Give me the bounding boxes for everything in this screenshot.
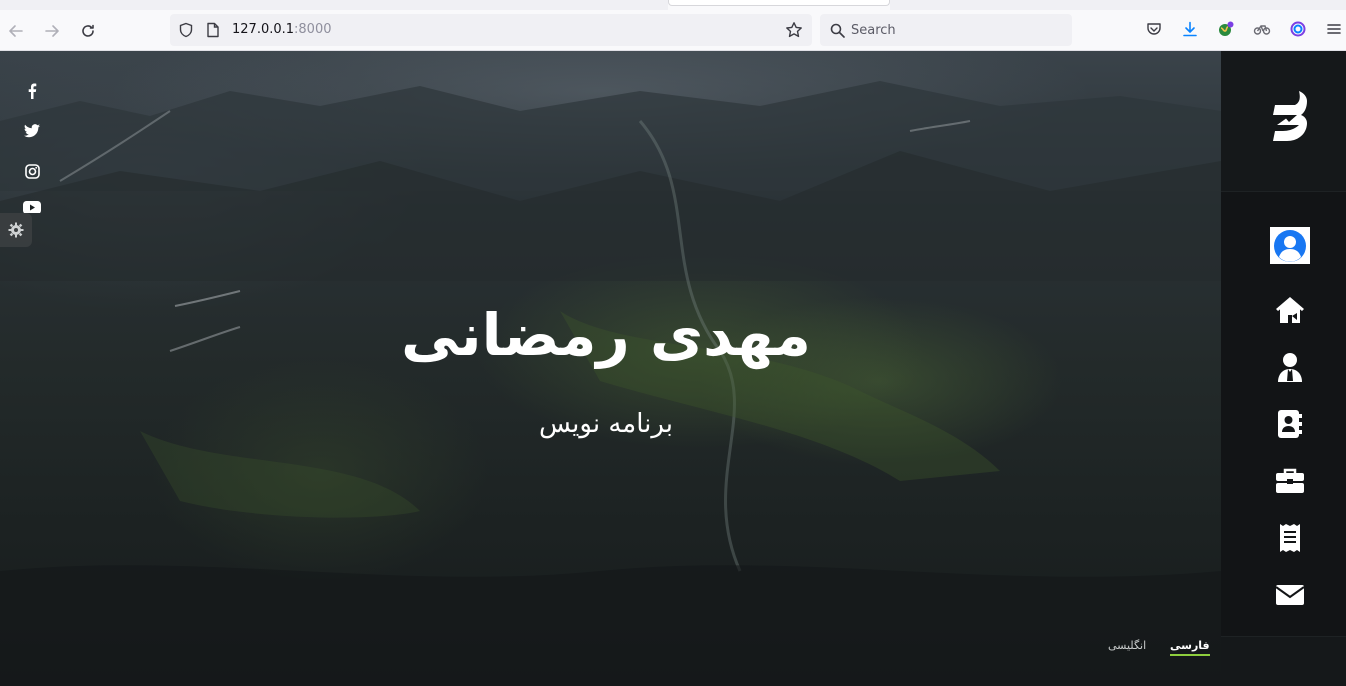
url-text[interactable]: 127.0.0.1:8000 (232, 22, 332, 37)
shield-icon[interactable] (178, 22, 194, 38)
hamburger-menu-icon (1327, 24, 1341, 34)
twitter-icon (24, 124, 40, 138)
url-bar[interactable]: 127.0.0.1:8000 (170, 14, 812, 46)
gear-icon (8, 222, 24, 238)
app-menu-button[interactable] (1324, 19, 1344, 39)
nav-portfolio[interactable] (1273, 464, 1307, 498)
facebook-link[interactable] (22, 81, 42, 101)
instagram-icon (24, 163, 40, 179)
nav-contact-book[interactable] (1273, 407, 1307, 441)
tab-strip-right (890, 0, 1346, 10)
search-bar[interactable]: Search (820, 14, 1072, 46)
browser-toolbar: 127.0.0.1:8000 Search (0, 0, 1346, 51)
back-button[interactable] (4, 19, 28, 43)
pocket-button[interactable] (1144, 19, 1164, 39)
youtube-icon (23, 201, 41, 213)
ring-extension-icon (1290, 21, 1306, 37)
logo-block (1221, 51, 1346, 192)
youtube-link[interactable] (22, 201, 42, 213)
user-avatar-icon (1274, 229, 1306, 262)
envelope-icon (1275, 585, 1305, 605)
contact-book-icon (1278, 410, 1302, 438)
nav-home[interactable] (1273, 293, 1307, 327)
extension-ring-button[interactable] (1288, 19, 1308, 39)
instagram-link[interactable] (22, 161, 42, 181)
download-icon (1183, 21, 1197, 37)
hero-role: برنامه نویس (539, 409, 673, 439)
active-tab-edge[interactable] (668, 0, 890, 6)
search-icon (830, 23, 845, 38)
tab-strip (0, 0, 668, 10)
nav-resume[interactable] (1273, 521, 1307, 555)
home-icon (1276, 297, 1304, 323)
nav-contact-email[interactable] (1273, 578, 1307, 612)
twitter-link[interactable] (22, 121, 42, 141)
pocket-icon (1147, 23, 1161, 35)
right-sidebar (1221, 51, 1346, 686)
facebook-icon (28, 83, 37, 99)
briefcase-icon (1276, 468, 1304, 493)
extension-bike-button[interactable] (1252, 19, 1272, 39)
page-icon[interactable] (206, 22, 220, 38)
page-viewport: مهدی رمضانی برنامه نویس فارسی انگلیسی (0, 51, 1346, 686)
reload-icon (82, 24, 94, 37)
language-persian[interactable]: فارسی (1170, 639, 1210, 656)
url-host: 127.0.0.1 (232, 22, 295, 37)
reload-button[interactable] (76, 19, 100, 43)
extension-globe-button[interactable] (1216, 19, 1236, 39)
brand-logo-icon[interactable] (1269, 89, 1309, 151)
forward-arrow-icon (45, 25, 59, 37)
language-english[interactable]: انگلیسی (1108, 639, 1146, 652)
forward-button[interactable] (40, 19, 64, 43)
sidebar-footer (1221, 636, 1346, 686)
hero-name: مهدی رمضانی (401, 301, 811, 369)
search-placeholder: Search (851, 23, 896, 38)
back-arrow-icon (9, 25, 23, 37)
globe-extension-icon (1219, 21, 1234, 36)
receipt-icon (1280, 524, 1300, 552)
user-icon (1278, 353, 1302, 382)
url-port: :8000 (294, 22, 332, 37)
bike-icon (1253, 25, 1271, 35)
downloads-button[interactable] (1180, 19, 1200, 39)
avatar[interactable] (1270, 227, 1310, 264)
bookmark-star-icon[interactable] (785, 21, 803, 39)
settings-toggle[interactable] (0, 213, 32, 247)
nav-about[interactable] (1273, 350, 1307, 384)
hero-section: مهدی رمضانی برنامه نویس فارسی انگلیسی (0, 51, 1221, 686)
